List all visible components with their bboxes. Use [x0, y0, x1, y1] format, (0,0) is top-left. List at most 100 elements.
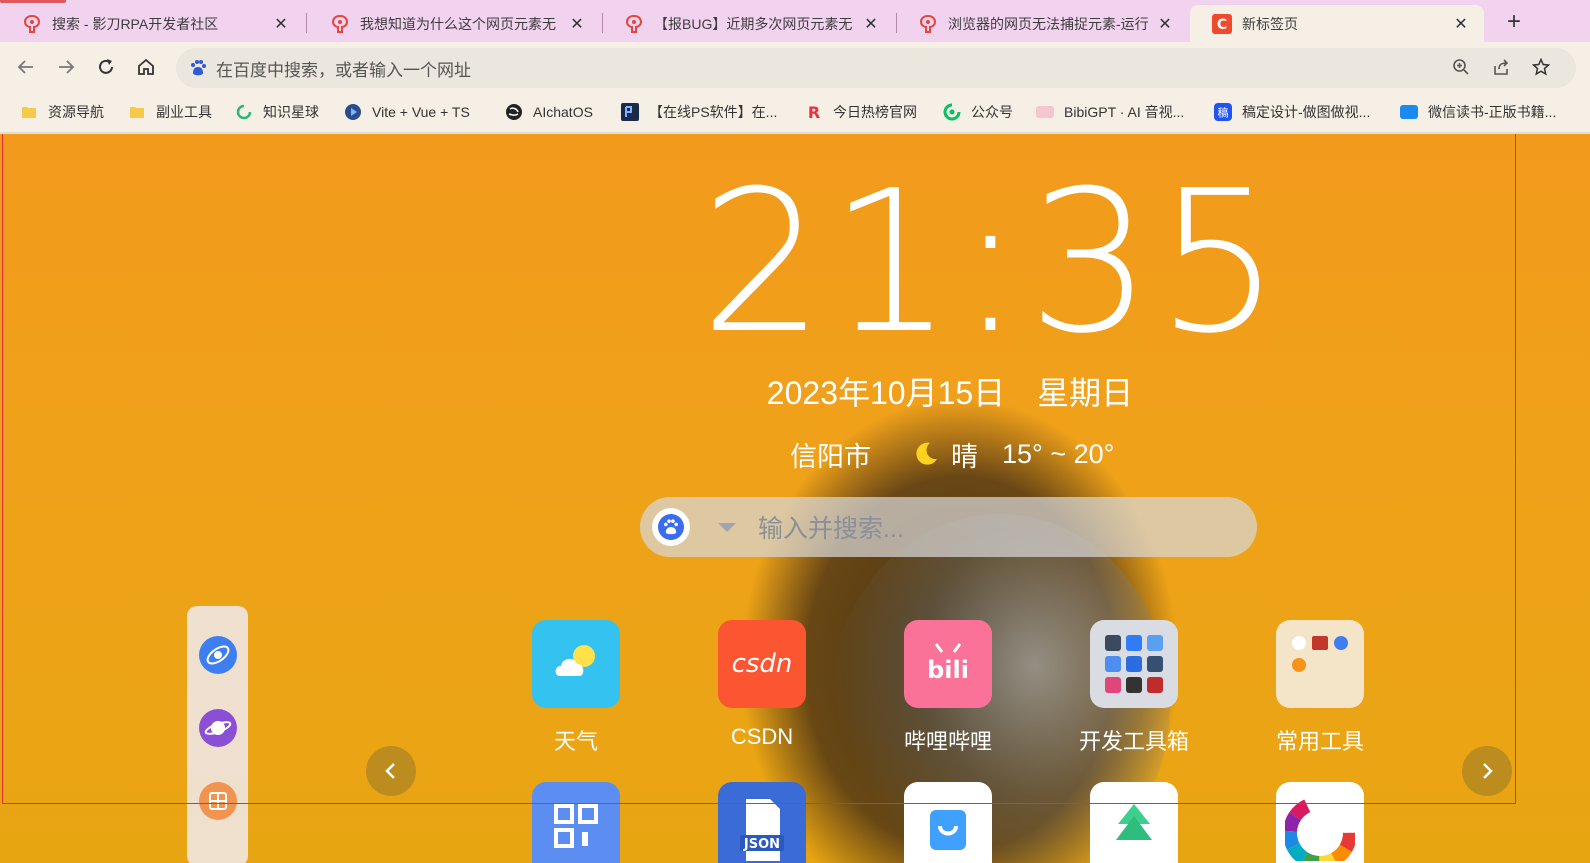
widget-icon[interactable] [199, 782, 237, 820]
tab-5-active[interactable]: C 新标签页 ✕ [1190, 5, 1484, 42]
weather-widget[interactable]: 信阳市 晴 15° ~ 20° [790, 434, 1114, 474]
baidu-icon [191, 60, 206, 76]
bookmark-label: 稿定设计-做图做视... [1242, 104, 1371, 120]
bookmarks-bar: 资源导航 副业工具 知识星球 Vite + Vue + TS AIchatOS … [0, 92, 1590, 133]
tab-title: 【报BUG】近期多次网页元素无 [654, 15, 853, 32]
app-label: CSDN [730, 724, 794, 749]
tab-strip: 搜索 - 影刀RPA开发者社区 ✕ 我想知道为什么这个网页元素无 ✕ 【报BUG… [0, 0, 1590, 42]
app-color-wheel[interactable] [1260, 782, 1380, 863]
zoom-icon [1453, 59, 1469, 75]
bookmark-zsxq[interactable]: 知识星球 [235, 92, 319, 132]
color-wheel-icon [1276, 782, 1364, 863]
bookmark-vite[interactable]: Vite + Vue + TS [344, 92, 470, 132]
reload-button[interactable] [90, 51, 122, 83]
bookmark-label: Vite + Vue + TS [372, 104, 470, 120]
bookmark-folder-side-tools[interactable]: 副业工具 [128, 92, 212, 132]
dock-app-icon[interactable] [199, 636, 237, 674]
new-tab-button[interactable]: + [1500, 8, 1528, 36]
bookmark-label: 公众号 [971, 104, 1013, 120]
arrow-left-icon [17, 60, 33, 74]
next-page-button[interactable] [1462, 746, 1512, 796]
folder-icon [128, 103, 146, 121]
zoom-button[interactable] [1446, 51, 1476, 83]
bookmark-weread[interactable]: 微信读书-正版书籍... [1400, 92, 1556, 132]
address-bar[interactable]: 在百度中搜索，或者输入一个网址 [176, 48, 1576, 88]
back-button[interactable] [10, 51, 42, 83]
bookmark-star-button[interactable] [1526, 51, 1556, 83]
app-qrcode[interactable] [516, 782, 636, 863]
zsxq-icon [235, 103, 253, 121]
close-icon[interactable]: ✕ [568, 15, 586, 33]
bookmark-wechat-mp[interactable]: 公众号 [943, 92, 1013, 132]
app-label: 哔哩哔哩 [903, 729, 992, 754]
wechat-mp-icon [943, 103, 961, 121]
chevron-right-icon [1483, 763, 1493, 779]
tab-title: 新标签页 [1242, 15, 1298, 32]
tab-3[interactable]: 【报BUG】近期多次网页元素无 ✕ [602, 5, 894, 42]
chevron-down-icon[interactable] [718, 522, 736, 532]
home-button[interactable] [130, 51, 162, 83]
bookmark-aichatos[interactable]: AIchatOS [505, 92, 593, 132]
bookmark-folder-resources[interactable]: 资源导航 [20, 92, 104, 132]
vite-icon [344, 103, 362, 121]
date-text: 2023年10月15日 星期日 [766, 375, 1134, 411]
bookmark-rebang[interactable]: R 今日热榜官网 [805, 92, 917, 132]
bookmark-label: 知识星球 [263, 104, 319, 120]
close-icon[interactable]: ✕ [862, 15, 880, 33]
chevron-left-icon [385, 763, 395, 779]
share-button[interactable] [1486, 51, 1516, 83]
rebang-icon: R [805, 103, 823, 121]
dev-toolbox-folder-icon [1090, 620, 1178, 708]
app-weather[interactable]: 天气 [516, 620, 636, 756]
app-dev-toolbox-folder[interactable]: 开发工具箱 [1074, 620, 1194, 756]
arrow-right-icon [59, 60, 75, 74]
qrcode-icon [532, 782, 620, 863]
bookmark-label: 【在线PS软件】在... [649, 104, 778, 120]
tab-2[interactable]: 我想知道为什么这个网页元素无 ✕ [308, 5, 600, 42]
close-icon[interactable]: ✕ [1156, 15, 1174, 33]
bookmark-label: 副业工具 [156, 104, 212, 120]
ps-icon [621, 103, 639, 121]
planet-icon[interactable] [199, 709, 237, 747]
search-engine-selector[interactable] [652, 508, 690, 546]
svg-text:bili: bili [927, 656, 969, 684]
forward-button[interactable] [50, 51, 82, 83]
common-tools-folder-icon [1276, 620, 1364, 708]
app-bilibili[interactable]: bili 哔哩哔哩 [888, 620, 1008, 756]
app-label: 开发工具箱 [1078, 729, 1189, 754]
app-tree[interactable] [1074, 782, 1194, 863]
app-label: 常用工具 [1275, 729, 1364, 754]
bookmark-label: AIchatOS [533, 104, 593, 120]
svg-text:R: R [808, 103, 820, 121]
close-icon[interactable]: ✕ [1452, 15, 1470, 33]
share-icon [1494, 59, 1509, 75]
tab-title: 我想知道为什么这个网页元素无 [360, 15, 556, 32]
folder-icon [20, 103, 38, 121]
search-box[interactable]: 输入并搜索... [640, 497, 1257, 557]
bookmark-bibigpt[interactable]: BibiGPT · AI 音视... [1036, 92, 1184, 132]
yingdao-favicon-icon [330, 14, 350, 34]
prev-page-button[interactable] [366, 746, 416, 796]
baidu-icon [658, 514, 684, 540]
bookmark-label: BibiGPT · AI 音视... [1064, 104, 1185, 120]
app-shopping[interactable] [888, 782, 1008, 863]
bookmark-online-ps[interactable]: 【在线PS软件】在... [621, 92, 777, 132]
tab-4[interactable]: 浏览器的网页无法捕捉元素-运行 ✕ [896, 5, 1188, 42]
close-icon[interactable]: ✕ [272, 15, 290, 33]
bookmark-gaoding[interactable]: 稿 稿定设计-做图做视... [1214, 92, 1370, 132]
app-csdn[interactable]: csdn CSDN [702, 620, 822, 750]
search-input[interactable]: 输入并搜索... [758, 509, 904, 545]
svg-text:csdn: csdn [732, 649, 793, 679]
csdn-app-icon: csdn [718, 620, 806, 708]
bookmark-label: 今日热榜官网 [833, 104, 917, 120]
newtab-page: 21:35 2023年10月15日 星期日 信阳市 晴 15° ~ 20° 输入… [0, 134, 1590, 863]
aichat-icon [505, 103, 523, 121]
svg-text:稿: 稿 [1218, 106, 1229, 120]
clock-time: 21:35 [700, 149, 1285, 377]
toolbar: 在百度中搜索，或者输入一个网址 [0, 42, 1590, 92]
app-common-tools-folder[interactable]: 常用工具 [1260, 620, 1380, 756]
tab-1[interactable]: 搜索 - 影刀RPA开发者社区 ✕ [0, 5, 304, 42]
yingdao-favicon-icon [918, 14, 938, 34]
app-json[interactable]: JSON [702, 782, 822, 863]
weread-icon [1400, 103, 1418, 121]
